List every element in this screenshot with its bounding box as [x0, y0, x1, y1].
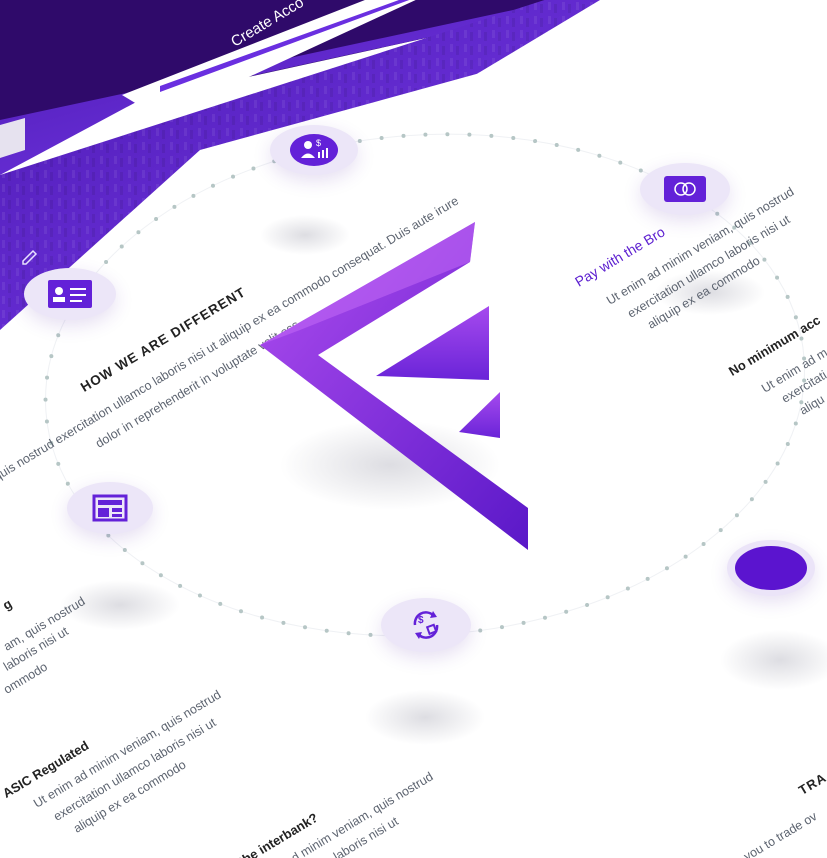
investor-icon: $: [290, 134, 338, 166]
accent-dot: [735, 546, 807, 590]
id-card-icon: [48, 280, 92, 308]
svg-text:$: $: [316, 138, 321, 148]
pencil-icon: [22, 249, 38, 265]
accent-dot-bubble: [727, 540, 815, 596]
exchange-icon: $: [413, 611, 439, 639]
investor-icon-bubble[interactable]: $: [270, 125, 358, 175]
svg-text:$: $: [418, 615, 424, 626]
card-icon-bubble[interactable]: [640, 163, 730, 215]
id-card-icon-bubble[interactable]: [24, 268, 116, 320]
exchange-icon-bubble[interactable]: $: [381, 598, 471, 652]
layout-icon: [92, 494, 128, 522]
layout-icon-bubble[interactable]: [67, 482, 153, 534]
logo-f-icon: [260, 222, 528, 550]
card-icon: [664, 176, 706, 202]
showcase-stage: Create Acco HOW WE ARE DIFFERENT quis no…: [0, 0, 827, 858]
